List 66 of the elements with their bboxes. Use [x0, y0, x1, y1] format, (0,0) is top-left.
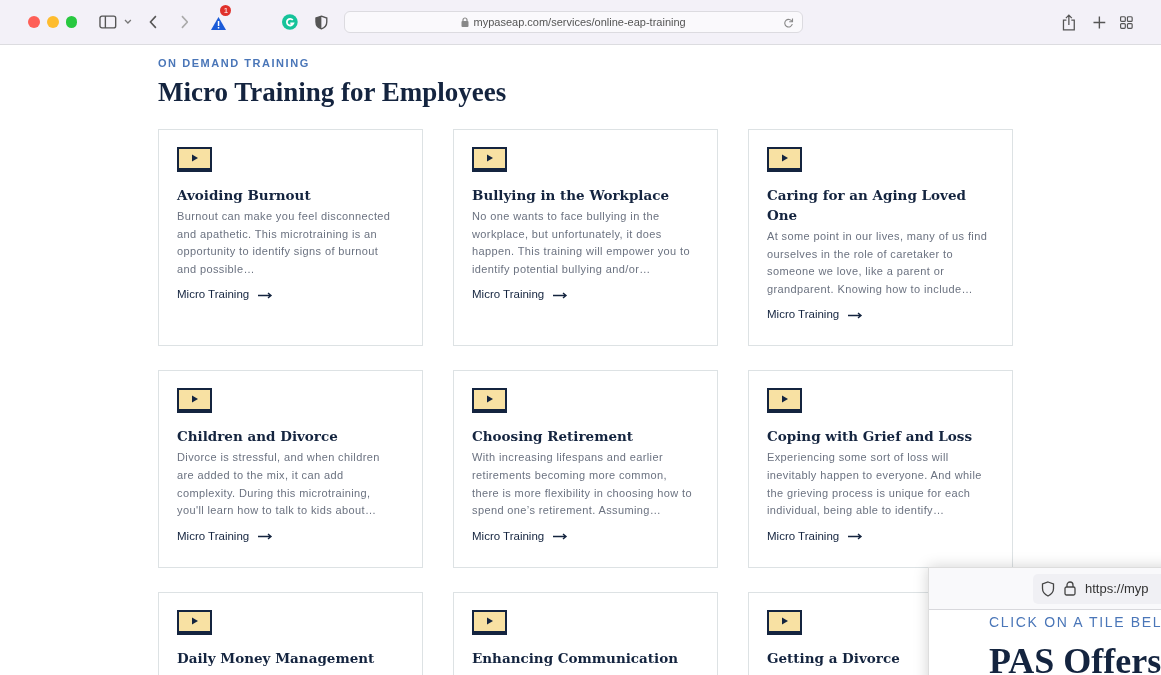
arrow-right-icon: [553, 291, 569, 299]
video-player-icon: [177, 609, 212, 635]
arrow-right-icon: [553, 532, 569, 540]
card-title: Enhancing Communication: [472, 648, 679, 668]
video-player-icon: [767, 609, 802, 635]
micro-training-link[interactable]: Micro Training: [472, 527, 569, 545]
card-description: Experiencing some sort of loss will inevitably happen to everyone. And while the grieving process is unique for each individual, being able to identify…: [767, 450, 983, 519]
micro-training-link[interactable]: Micro Training: [767, 306, 864, 324]
video-player-icon: [177, 147, 212, 172]
arrow-right-icon: [848, 311, 864, 319]
training-card[interactable]: Avoiding Burnout Burnout can make you feel disconnected and apathetic. This microtraining is an opportunity to identify signs of burnout and possible… Micro Training: [158, 129, 423, 347]
card-description: With increasing lifespans and earlier retirements becoming more common, there is more flexibility in choosing how to spend one’s retirement. Assuming…: [472, 450, 693, 519]
video-player-icon: [767, 147, 802, 172]
video-player-icon: [767, 388, 802, 414]
micro-training-link[interactable]: Micro Training: [472, 286, 569, 304]
training-card[interactable]: Daily Money Management: [158, 591, 423, 675]
tab-overview-icon[interactable]: [1120, 15, 1133, 29]
reload-icon[interactable]: [782, 16, 794, 28]
micro-training-link[interactable]: Micro Training: [767, 527, 864, 545]
video-player-icon: [472, 388, 507, 414]
notification-badge: 1: [220, 5, 232, 16]
section-heading: PAS Offers: [989, 641, 1161, 675]
training-card[interactable]: Coping with Grief and Loss Experiencing some sort of loss will inevitably happen to everyone. And while the grieving process is unique for each individual, being able to identify… Micro Training: [748, 370, 1013, 568]
card-description: Divorce is stressful, and when children are added to the mix, it can add complexity. During this microtraining, you'll learn how to talk to kids about…: [177, 450, 381, 519]
address-bar[interactable]: mypaseap.com/services/online-eap-training: [343, 11, 803, 33]
card-title: Avoiding Burnout: [177, 186, 312, 205]
address-bar[interactable]: https://myp: [1033, 573, 1161, 604]
card-description: Burnout can make you feel disconnected and apathetic. This microtraining is an opportunity to identify signs of burnout and possible…: [177, 209, 392, 277]
url-text: mypaseap.com/services/online-eap-training: [473, 14, 686, 30]
arrow-right-icon: [258, 532, 274, 540]
section-eyebrow: ON DEMAND TRAINING: [158, 56, 311, 70]
card-title: Coping with Grief and Loss: [767, 427, 974, 447]
training-card[interactable]: Bullying in the Workplace No one wants to face bullying in the workplace, but unfortunately, it does happen. This training will empower you to identify potential bullying and/or… Micro Training: [453, 129, 718, 347]
shield-icon: [1041, 580, 1055, 597]
warning-icon[interactable]: [210, 16, 228, 31]
section-heading: Micro Training for Employees: [158, 76, 508, 108]
arrow-right-icon: [258, 291, 274, 299]
video-player-icon: [472, 147, 507, 172]
section-eyebrow: CLICK ON A TILE BEL: [989, 613, 1161, 631]
lock-icon: [460, 17, 469, 27]
card-description: No one wants to face bullying in the workplace, but unfortunately, it does happen. This training will empower you to identify potential bullying and/or…: [472, 209, 691, 277]
shield-icon[interactable]: [314, 14, 328, 30]
sidebar-icon[interactable]: [99, 15, 117, 29]
url-text: https://myp: [1085, 579, 1149, 598]
back-icon[interactable]: [148, 15, 158, 29]
training-card[interactable]: Caring for an Aging Loved One At some point in our lives, many of us find ourselves in the role of caretaker to someone we love, like a parent or grandparent. Knowing how to include… Micro Training: [748, 129, 1013, 347]
video-player-icon: [177, 388, 212, 414]
training-card[interactable]: Choosing Retirement With increasing lifespans and earlier retirements becoming more common, there is more flexibility in choosing how to spend one’s retirement. Assuming… Micro Training: [453, 370, 718, 568]
card-title: Caring for an Aging Loved One: [767, 186, 967, 225]
micro-training-link[interactable]: Micro Training: [177, 527, 274, 545]
card-title: Getting a Divorce: [767, 648, 901, 668]
lock-icon: [1064, 581, 1076, 596]
card-title: Bullying in the Workplace: [472, 186, 671, 205]
close-window-button[interactable]: [28, 16, 40, 28]
video-player-icon: [472, 609, 507, 635]
card-description: At some point in our lives, many of us find ourselves in the role of caretaker to someone we love, like a parent or grandparent. Knowing how to include…: [767, 229, 989, 297]
new-tab-icon[interactable]: [1093, 15, 1107, 29]
card-title: Choosing Retirement: [472, 427, 635, 447]
training-card[interactable]: Children and Divorce Divorce is stressful, and when children are added to the mix, it can add complexity. During this microtraining, you'll learn how to talk to kids about… Micro Training: [158, 370, 423, 568]
training-card[interactable]: Enhancing Communication: [453, 591, 718, 675]
card-title: Children and Divorce: [177, 427, 339, 447]
arrow-right-icon: [848, 532, 864, 540]
share-icon[interactable]: [1061, 13, 1076, 31]
card-title: Daily Money Management: [177, 648, 376, 668]
chevron-down-icon[interactable]: [123, 19, 132, 25]
micro-training-link[interactable]: Micro Training: [177, 286, 274, 304]
